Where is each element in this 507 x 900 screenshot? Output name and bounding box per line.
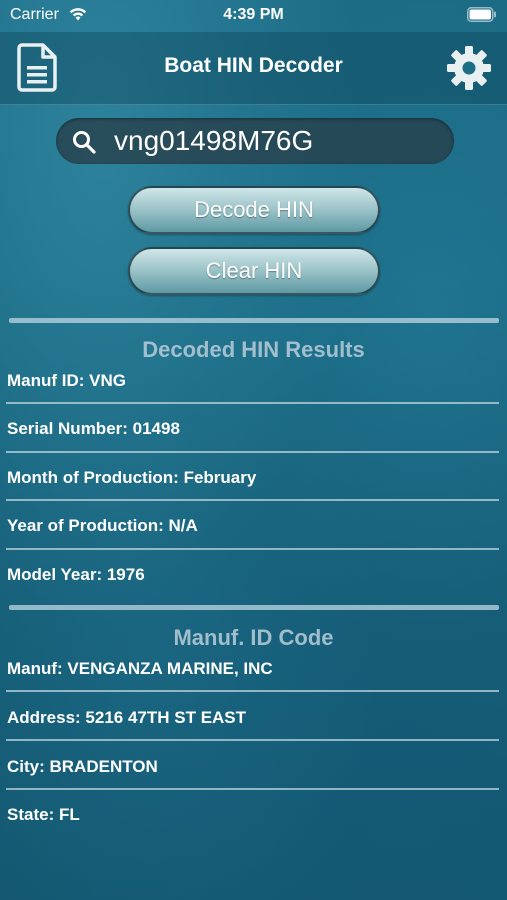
hin-search-input[interactable] <box>114 123 434 159</box>
result-serial-number: Serial Number: 01498 <box>7 419 180 438</box>
gear-icon <box>447 46 491 90</box>
app-screen: Carrier 4:39 PM Boat HIN Decoder vng0149… <box>0 0 507 900</box>
result-manuf-id: Manuf ID: VNG <box>7 371 126 390</box>
manuf-city: City: BRADENTON <box>7 757 158 776</box>
decode-hin-button[interactable]: Decode HIN <box>128 186 380 234</box>
row-divider <box>6 739 499 741</box>
nav-bar: Boat HIN Decoder <box>0 32 507 105</box>
search-icon <box>73 131 96 154</box>
page-title: Boat HIN Decoder <box>164 54 343 77</box>
status-time: 4:39 PM <box>223 6 284 23</box>
clear-hin-button[interactable]: Clear HIN <box>128 247 380 295</box>
row-divider <box>6 788 499 790</box>
row-divider <box>6 499 499 501</box>
manuf-state: State: FL <box>7 805 80 824</box>
result-model-year: Model Year: 1976 <box>7 565 145 584</box>
row-divider <box>6 548 499 550</box>
results-section-title: Decoded HIN Results <box>142 337 365 362</box>
row-divider <box>6 402 499 404</box>
section-divider <box>9 605 499 610</box>
settings-button[interactable] <box>445 44 493 92</box>
row-divider <box>6 690 499 692</box>
section-divider <box>9 318 499 323</box>
manuf-section-title: Manuf. ID Code <box>173 625 334 650</box>
manuf-name: Manuf: VENGANZA MARINE, INC <box>7 659 273 678</box>
hin-search-field[interactable] <box>56 118 454 164</box>
manuf-address: Address: 5216 47TH ST EAST <box>7 708 247 727</box>
status-bar: Carrier 4:39 PM <box>0 0 507 32</box>
result-month-of-production: Month of Production: February <box>7 468 257 487</box>
row-divider <box>6 451 499 453</box>
battery-icon <box>467 7 496 22</box>
result-year-of-production: Year of Production: N/A <box>7 516 198 535</box>
